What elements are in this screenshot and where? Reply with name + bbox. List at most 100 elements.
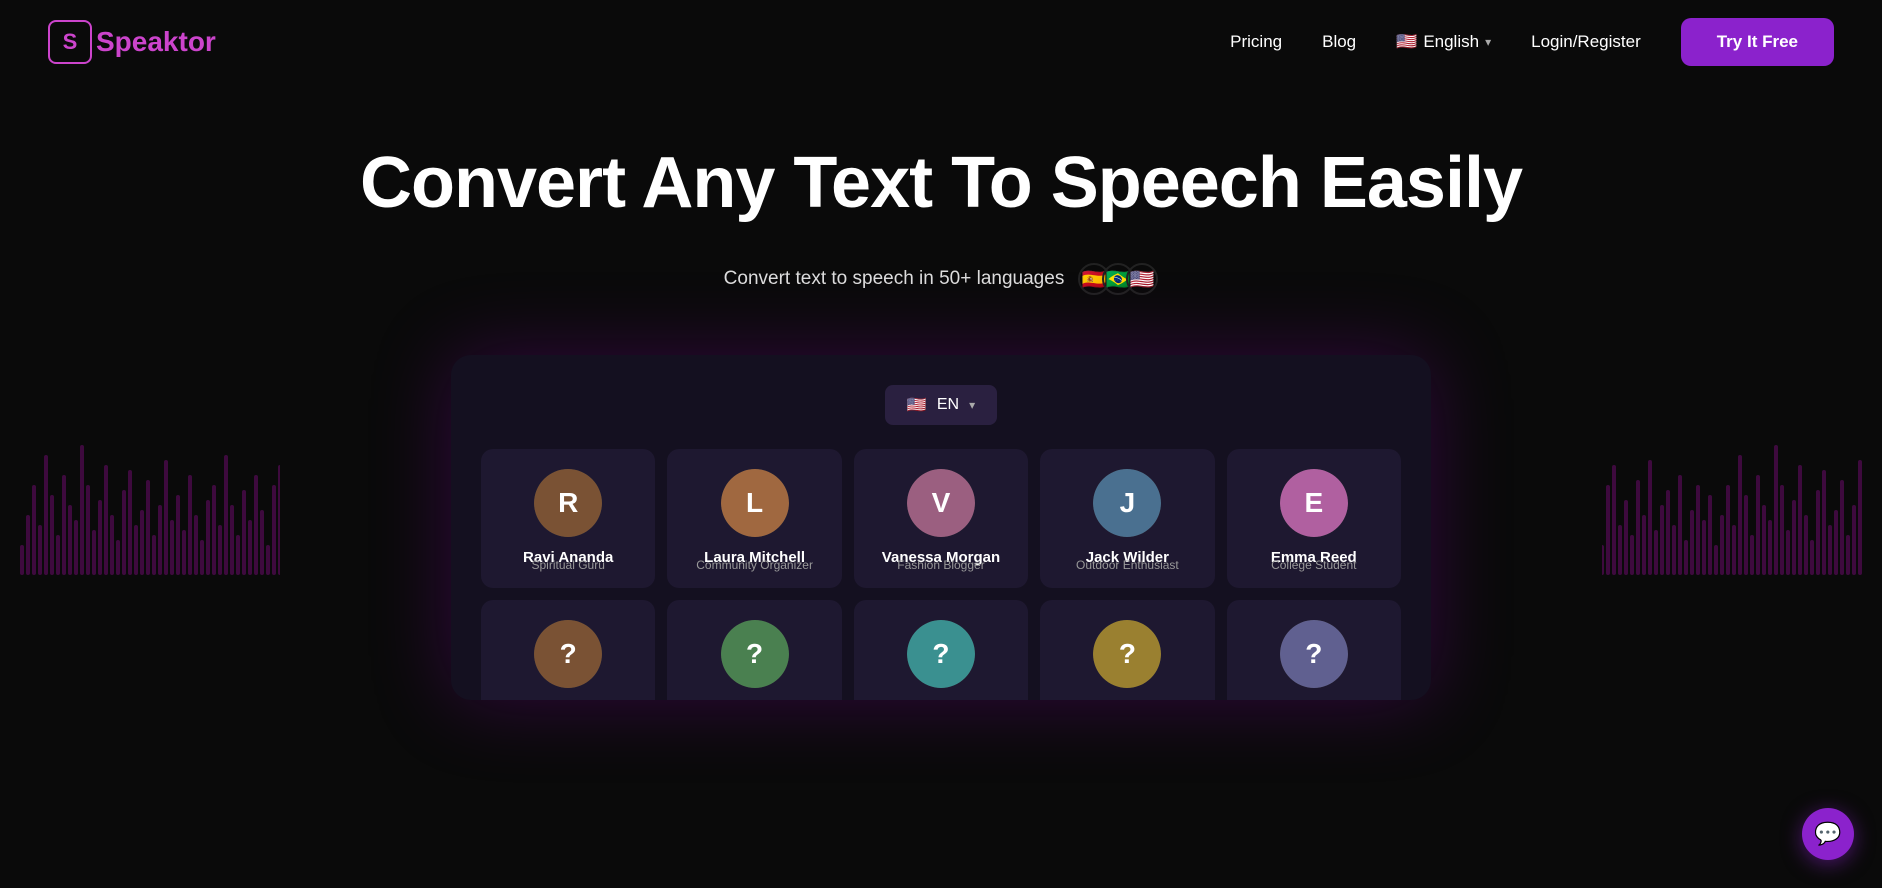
wave-bar [182,530,186,575]
wave-bar [1858,460,1862,575]
chevron-en-icon: ▾ [969,398,975,412]
avatar-placeholder: ? [1280,620,1348,688]
wave-bar [1768,520,1772,575]
wave-bar [1804,515,1808,575]
wave-bar [200,540,204,575]
voice-card-partial[interactable]: ? [1227,600,1401,700]
avatar: L [721,469,789,537]
voice-card-partial[interactable]: ? [481,600,655,700]
voice-card-partial[interactable]: ? [667,600,841,700]
wave-bar [20,545,24,575]
wave-bar [1816,490,1820,575]
wave-bar [236,535,240,575]
wave-bar [44,455,48,575]
wave-bar [1684,540,1688,575]
nav-login[interactable]: Login/Register [1531,32,1641,52]
avatar-placeholder: J [1093,469,1161,537]
wave-bar [1738,455,1742,575]
logo-text: Speaktor [96,26,216,58]
voice-card[interactable]: J Jack Wilder Outdoor Enthusiast [1040,449,1214,588]
try-free-button[interactable]: Try It Free [1681,18,1834,66]
wave-bar [50,495,54,575]
wave-bar [1618,525,1622,575]
wave-bar [266,545,270,575]
voice-grid-row1: R Ravi Ananda Spiritual Guru L Laura Mit… [481,449,1401,588]
nav-language-selector[interactable]: 🇺🇸 English ▾ [1396,32,1491,52]
avatar-placeholder: ? [1093,620,1161,688]
flag-us-icon: 🇺🇸 [1396,32,1417,52]
wave-bar [206,500,210,575]
wave-bar [1762,505,1766,575]
voice-grid-row2: ? ? ? ? ? [481,600,1401,700]
waveform-left: (function(){ const heights = [30,60,90,5… [0,355,280,575]
wave-bar [38,525,42,575]
wave-bar [1798,465,1802,575]
voice-role: Fashion Blogger [882,558,1000,572]
logo[interactable]: S Speaktor [48,20,216,64]
avatar-placeholder: ? [907,620,975,688]
wave-bar [1852,505,1856,575]
avatar: J [1093,469,1161,537]
wave-bar [56,535,60,575]
wave-bar [1624,500,1628,575]
wave-bar [1612,465,1616,575]
voice-card-partial[interactable]: ? [1040,600,1214,700]
wave-bar [1678,475,1682,575]
wave-bar [158,505,162,575]
wave-bar [1750,535,1754,575]
wave-bar [164,460,168,575]
wave-bar [1756,475,1760,575]
nav-blog[interactable]: Blog [1322,32,1356,52]
wave-bar [1606,485,1610,575]
wave-bar [1696,485,1700,575]
app-panel: 🇺🇸 EN ▾ R Ravi Ananda Spiritual Guru L L… [451,355,1431,700]
lang-en-button[interactable]: 🇺🇸 EN ▾ [885,385,997,425]
wave-bar [254,475,258,575]
chat-bubble-button[interactable]: 💬 [1802,808,1854,860]
wave-bar [170,520,174,575]
chat-icon: 💬 [1814,821,1841,847]
wave-bar [1602,545,1604,575]
avatar: E [1280,469,1348,537]
avatar: ? [907,620,975,688]
avatar: R [534,469,602,537]
wave-bar [218,525,222,575]
avatar-placeholder: V [907,469,975,537]
voice-card[interactable]: V Vanessa Morgan Fashion Blogger [854,449,1028,588]
wave-bar [1690,510,1694,575]
wave-bar [1732,525,1736,575]
wave-bar [1642,515,1646,575]
wave-bar [1660,505,1664,575]
voice-card[interactable]: R Ravi Ananda Spiritual Guru [481,449,655,588]
wave-bar [272,485,276,575]
wave-bar [1666,490,1670,575]
avatar-placeholder: ? [721,620,789,688]
wave-bar [104,465,108,575]
wave-bar [32,485,36,575]
voice-role: Spiritual Guru [523,558,613,572]
wave-bar [1708,495,1712,575]
flag-group: 🇪🇸 🇧🇷 🇺🇸 [1078,263,1158,295]
wave-bar [194,515,198,575]
wave-bar [230,505,234,575]
nav-pricing[interactable]: Pricing [1230,32,1282,52]
logo-icon: S [48,20,92,64]
hero-subtitle: Convert text to speech in 50+ languages … [20,263,1862,295]
avatar: ? [721,620,789,688]
wave-bar [1810,540,1814,575]
wave-bar [140,510,144,575]
language-label: English [1423,32,1479,52]
wave-bar [1702,520,1706,575]
voice-card[interactable]: E Emma Reed College Student [1227,449,1401,588]
wave-bar [248,520,252,575]
wave-bar [1846,535,1850,575]
subtitle-text: Convert text to speech in 50+ languages [724,268,1065,290]
avatar-placeholder: E [1280,469,1348,537]
wave-bar [92,530,96,575]
voice-card-partial[interactable]: ? [854,600,1028,700]
wave-bar [1672,525,1676,575]
voice-card[interactable]: L Laura Mitchell Community Organizer [667,449,841,588]
wave-bar [1720,515,1724,575]
avatar: ? [1280,620,1348,688]
wave-bar [110,515,114,575]
